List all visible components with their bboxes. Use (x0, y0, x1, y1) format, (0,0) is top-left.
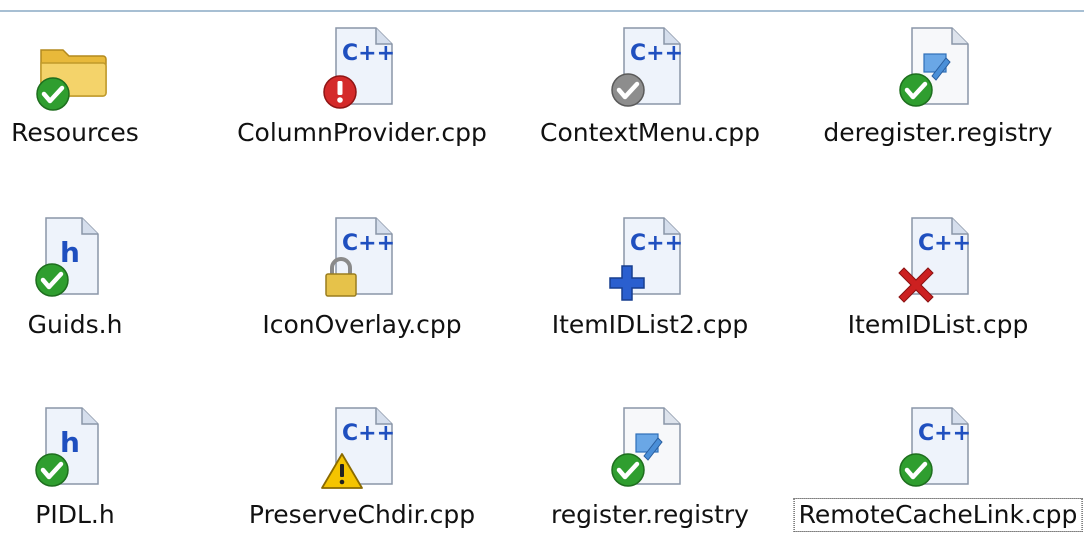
file-name-label: ItemIDList2.cpp (551, 310, 749, 339)
file-item-contextmenu[interactable]: C++ ContextMenu.cpp (510, 12, 790, 162)
cpp-file-icon: C++ (318, 404, 406, 492)
lock-overlay-icon (325, 257, 357, 297)
file-item-columnprovider[interactable]: C++ ColumnProvider.cpp (222, 12, 502, 162)
check-overlay-icon (899, 453, 933, 487)
h-file-icon: h (22, 404, 110, 492)
check-overlay-icon (36, 77, 70, 111)
file-item-itemidlist2[interactable]: C++ ItemIDList2.cpp (510, 202, 790, 352)
file-name-label: RemoteCacheLink.cpp (793, 498, 1083, 532)
check-overlay-icon (35, 263, 69, 297)
file-item-itemidlist[interactable]: C++ ItemIDList.cpp (798, 202, 1078, 352)
registry-file-icon (894, 24, 982, 112)
file-item-register[interactable]: register.registry (510, 392, 790, 542)
check-overlay-icon (899, 73, 933, 107)
check-overlay-icon (611, 453, 645, 487)
cpp-file-icon: C++ (894, 404, 982, 492)
file-name-label: ColumnProvider.cpp (237, 118, 487, 147)
check-overlay-icon (35, 453, 69, 487)
deleted-overlay-icon (898, 267, 934, 303)
file-name-label: PreserveChdir.cpp (248, 500, 476, 529)
file-name-label: ContextMenu.cpp (539, 118, 761, 147)
cpp-file-icon: C++ (606, 214, 694, 302)
file-name-label: Resources (11, 118, 139, 147)
file-name-label: deregister.registry (823, 118, 1053, 147)
registry-file-icon (606, 404, 694, 492)
file-name-label: ItemIDList.cpp (847, 310, 1029, 339)
file-icon-grid: Resources C++ ColumnProvider.cpp C++ Con… (0, 12, 1084, 553)
file-item-preservechdir[interactable]: C++ PreserveChdir.cpp (222, 392, 502, 542)
file-name-label: Guids.h (27, 310, 123, 339)
warning-overlay-icon (321, 453, 363, 489)
cpp-file-icon: C++ (318, 24, 406, 112)
folder-icon (31, 28, 119, 116)
grey-check-overlay-icon (611, 73, 645, 107)
file-item-remotecachelink[interactable]: C++ RemoteCacheLink.cpp (793, 392, 1083, 542)
error-overlay-icon (323, 75, 357, 109)
add-overlay-icon (609, 265, 645, 301)
file-name-label: IconOverlay.cpp (262, 310, 462, 339)
file-item-deregister[interactable]: deregister.registry (798, 12, 1078, 162)
h-file-icon: h (22, 214, 110, 302)
file-name-label: PIDL.h (35, 500, 115, 529)
file-name-label: register.registry (551, 500, 749, 529)
file-item-iconoverlay[interactable]: C++ IconOverlay.cpp (222, 202, 502, 352)
cpp-file-icon: C++ (318, 214, 406, 302)
cpp-file-icon: C++ (606, 24, 694, 112)
cpp-file-icon: C++ (894, 214, 982, 303)
